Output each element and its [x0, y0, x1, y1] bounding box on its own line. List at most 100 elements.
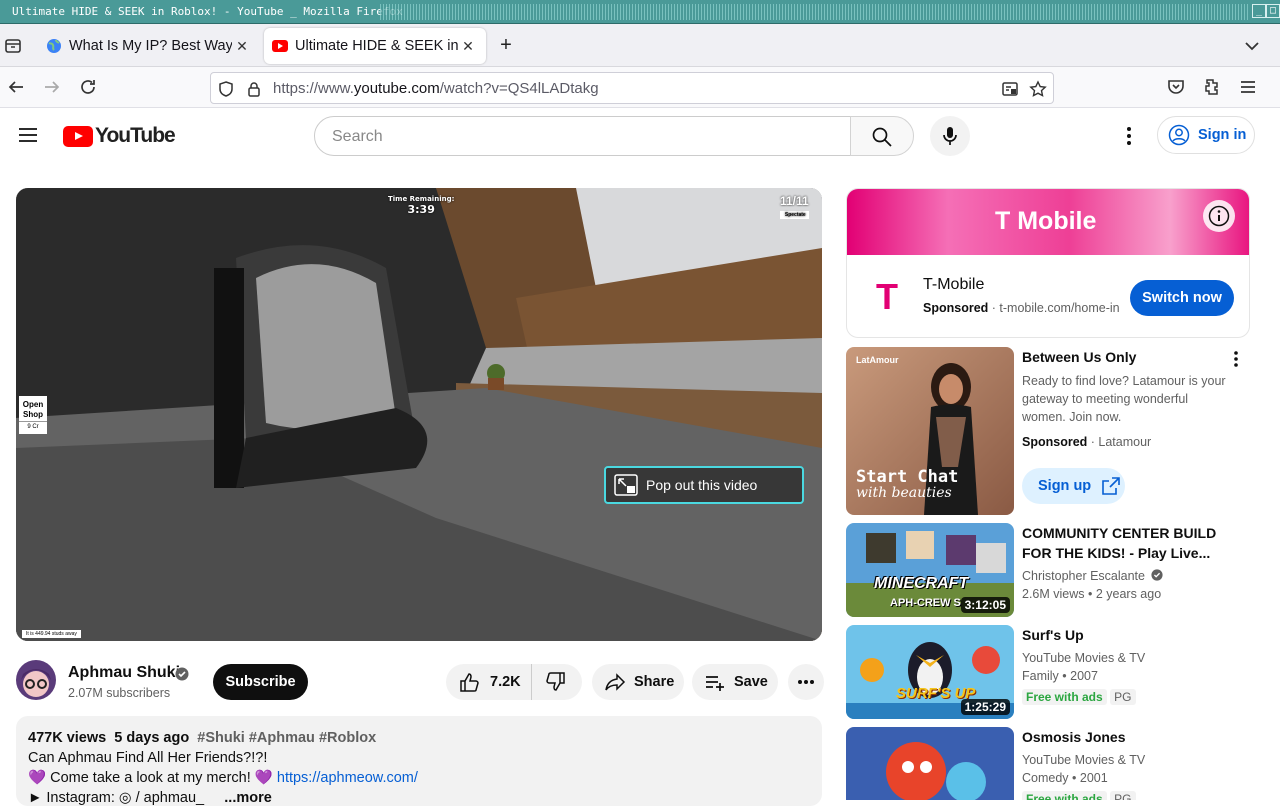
sign-in-button[interactable]: Sign in [1157, 116, 1255, 154]
merch-link[interactable]: https://aphmeow.com/ [277, 770, 418, 786]
search-button[interactable] [850, 116, 914, 156]
youtube-icon [272, 40, 288, 52]
recommendation-channel[interactable]: YouTube Movies & TV [1022, 753, 1145, 767]
description-line2: 💜 Come take a look at my merch! 💜 https:… [28, 770, 418, 786]
ad-info-button[interactable] [1203, 200, 1235, 232]
minimize-button[interactable]: _ [1252, 4, 1266, 18]
reader-view-icon[interactable] [1001, 80, 1019, 98]
pop-out-label: Pop out this video [646, 477, 758, 493]
thumbnail-image [846, 727, 1014, 800]
hashtags[interactable]: #Shuki #Aphmau #Roblox [197, 730, 376, 746]
ad-banner[interactable]: T Mobile [847, 189, 1249, 255]
pocket-icon[interactable] [1166, 77, 1186, 97]
recommendation-item[interactable]: Osmosis Jones YouTube Movies & TV Comedy… [846, 727, 1250, 800]
close-tab-icon[interactable]: ✕ [232, 38, 252, 55]
distance-label: It is 449.94 studs away [22, 630, 81, 638]
free-with-ads-badge: Free with ads [1022, 689, 1107, 705]
like-button[interactable]: 7.2K [446, 664, 532, 700]
shield-icon[interactable] [217, 80, 235, 98]
more-vertical-icon[interactable] [1118, 125, 1140, 147]
show-more-button[interactable]: ...more [224, 790, 272, 806]
save-button[interactable]: Save [692, 664, 778, 700]
recommendation-meta: Comedy • 2001 [1022, 771, 1108, 785]
thumbnail-subtext: APH-CREW S [890, 597, 961, 609]
like-count: 7.2K [490, 674, 521, 690]
share-icon [605, 673, 626, 691]
thumbnail-caption-2: with beauties [856, 485, 952, 501]
tab-label: What Is My IP? Best Way T [69, 38, 232, 54]
recommendation-title[interactable]: Between Us Only [1022, 347, 1232, 367]
recommendation-badges: Free with ads PG [1022, 791, 1136, 800]
open-shop-button: Open Shop 9 Cr [19, 396, 47, 434]
youtube-logo[interactable]: YouTube [63, 124, 176, 147]
new-tab-button[interactable]: + [496, 35, 516, 56]
tab-label: Ultimate HIDE & SEEK in R [295, 38, 458, 54]
recommendation-item[interactable]: MINECRAFT APH-CREW S 3:12:05 COMMUNITY C… [846, 523, 1250, 617]
thumbs-down-icon [546, 672, 565, 691]
hamburger-menu-icon[interactable] [18, 125, 38, 145]
tab-list-icon[interactable] [3, 36, 23, 56]
subscribe-button[interactable]: Subscribe [213, 664, 308, 700]
url-text[interactable]: https://www.youtube.com/watch?v=QS4lLADt… [273, 80, 599, 97]
switch-now-button[interactable]: Switch now [1130, 280, 1234, 316]
recommendation-badges: Free with ads PG [1022, 689, 1136, 705]
menu-icon[interactable] [1238, 77, 1258, 97]
microphone-icon [943, 127, 957, 145]
ad-card[interactable]: T Mobile T T-Mobile Sponsored · t-mobile… [846, 188, 1250, 338]
more-actions-button[interactable] [788, 664, 824, 700]
verified-icon [175, 667, 189, 681]
reload-icon[interactable] [78, 77, 98, 97]
channel-name[interactable]: Aphmau Shuki [68, 664, 180, 682]
thumbnail-text: MINECRAFT [874, 575, 969, 592]
search-input[interactable]: Search [314, 116, 851, 156]
dislike-button[interactable] [532, 671, 580, 693]
video-thumbnail[interactable]: SURF'S UP 1:25:29 [846, 625, 1014, 719]
recommendation-title[interactable]: COMMUNITY CENTER BUILD FOR THE KIDS! - P… [1022, 523, 1232, 563]
add-to-playlist-icon [706, 676, 724, 691]
close-tab-icon[interactable]: ✕ [458, 38, 478, 55]
recommendation-title[interactable]: Surf's Up [1022, 625, 1232, 645]
recommendation-channel[interactable]: Christopher Escalante [1022, 569, 1164, 583]
recommendation-item[interactable]: SURF'S UP 1:25:29 Surf's Up YouTube Movi… [846, 625, 1250, 719]
sign-in-label: Sign in [1198, 127, 1247, 143]
account-icon [1168, 124, 1190, 146]
more-horizontal-icon [798, 680, 814, 684]
time-remaining-label: Time Remaining: [388, 195, 455, 203]
sign-up-button[interactable]: Sign up [1022, 468, 1125, 504]
extensions-icon[interactable] [1202, 77, 1222, 97]
window-titlebar: Ultimate HIDE & SEEK in Roblox! - YouTub… [0, 0, 1280, 24]
ad-thumbnail[interactable]: LatAmour Start Chat with beauties [846, 347, 1014, 515]
spectate-label: Spectate [780, 211, 809, 219]
search-placeholder: Search [332, 128, 383, 145]
ad-advertiser-name: T-Mobile [923, 276, 985, 293]
pop-out-video-button[interactable]: Pop out this video [604, 466, 804, 504]
search-icon [872, 127, 892, 147]
tab-youtube[interactable]: Ultimate HIDE & SEEK in R ✕ [264, 28, 486, 64]
recommendation-channel[interactable]: YouTube Movies & TV [1022, 651, 1145, 665]
voice-search-button[interactable] [930, 116, 970, 156]
recommendation-meta: Family • 2007 [1022, 669, 1098, 683]
video-thumbnail[interactable]: MINECRAFT APH-CREW S 3:12:05 [846, 523, 1014, 617]
ad-banner-brand: T Mobile [995, 207, 1097, 235]
back-arrow-icon[interactable] [6, 77, 26, 97]
recommendation-title[interactable]: Osmosis Jones [1022, 727, 1232, 747]
bookmark-star-icon[interactable] [1029, 80, 1047, 98]
video-player[interactable]: Time Remaining: 3:39 11/11 Spectate Open… [16, 188, 822, 641]
share-button[interactable]: Share [592, 664, 684, 700]
rating-badge: PG [1110, 689, 1136, 705]
video-thumbnail[interactable] [846, 727, 1014, 800]
more-vertical-icon[interactable] [1230, 349, 1242, 369]
video-description[interactable]: 477K views 5 days ago #Shuki #Aphmau #Ro… [16, 716, 822, 806]
avatar-image [16, 660, 56, 700]
logo-text: YouTube [95, 124, 176, 147]
url-bar[interactable]: https://www.youtube.com/watch?v=QS4lLADt… [210, 72, 1054, 104]
youtube-play-icon [63, 125, 93, 147]
sponsored-recommendation[interactable]: LatAmour Start Chat with beauties Betwee… [846, 347, 1250, 515]
chevron-down-icon[interactable] [1242, 36, 1262, 56]
tab-whatismyip[interactable]: What Is My IP? Best Way T ✕ [38, 28, 260, 64]
forward-arrow-icon[interactable] [42, 77, 62, 97]
video-owner-row: Aphmau Shuki 2.07M subscribers Subscribe… [16, 660, 824, 706]
channel-avatar[interactable] [16, 660, 56, 700]
maximize-button[interactable]: □ [1266, 4, 1280, 18]
lock-icon[interactable] [245, 80, 263, 98]
